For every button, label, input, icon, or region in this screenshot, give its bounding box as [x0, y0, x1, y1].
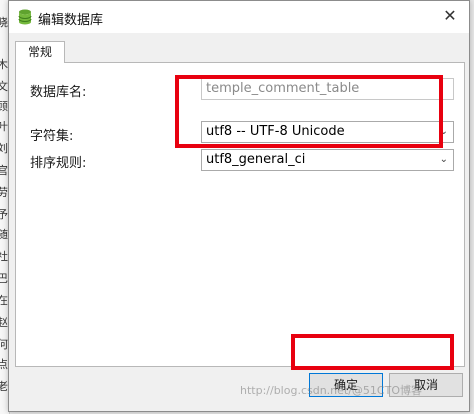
- database-icon: [18, 9, 32, 25]
- bg-char: 社: [0, 248, 8, 264]
- dialog-body: 常规 数据库名: temple_comment_table 字符集: utf8 …: [9, 33, 469, 411]
- charset-select[interactable]: utf8 -- UTF-8 Unicode ⌄: [201, 121, 454, 143]
- general-tab-panel: 数据库名: temple_comment_table 字符集: utf8 -- …: [15, 62, 465, 367]
- title-bar[interactable]: 编辑数据库 ✕: [9, 1, 469, 33]
- bg-char: 点: [0, 356, 8, 372]
- bg-char: 顾: [0, 98, 8, 114]
- bg-char: 予: [0, 206, 8, 222]
- chevron-down-icon: ⌄: [439, 126, 448, 137]
- charset-label: 字符集:: [30, 129, 74, 144]
- bg-char: 巴: [0, 270, 8, 286]
- dialog-title: 编辑数据库: [38, 13, 104, 28]
- bg-char: 在: [0, 292, 8, 308]
- collation-select[interactable]: utf8_general_ci ⌄: [201, 149, 454, 171]
- edit-database-dialog: 编辑数据库 ✕ 常规 数据库名: temple_comment_table 字符…: [8, 0, 470, 412]
- bg-char: 劳: [0, 184, 8, 200]
- bg-char: 随: [0, 226, 8, 242]
- collation-value: utf8_general_ci: [206, 152, 306, 167]
- bg-char: 赵: [0, 314, 8, 330]
- bg-char: 叶: [0, 118, 8, 134]
- chevron-down-icon: ⌄: [439, 154, 448, 165]
- db-name-field[interactable]: temple_comment_table: [201, 78, 454, 100]
- tab-general[interactable]: 常规: [15, 41, 65, 63]
- bg-char: 宫: [0, 162, 8, 178]
- close-icon: ✕: [443, 6, 457, 25]
- bg-char: 木: [0, 56, 8, 72]
- watermark-text: http://blog.csdn.net/@51CTO博客: [240, 384, 422, 397]
- bg-char: 老: [0, 378, 8, 394]
- db-name-label: 数据库名:: [30, 85, 87, 100]
- bg-char: 何: [0, 336, 8, 352]
- bg-char: 文: [0, 78, 8, 94]
- bg-char: 刘: [0, 140, 8, 156]
- charset-value: utf8 -- UTF-8 Unicode: [206, 124, 345, 139]
- collation-label: 排序规则:: [30, 156, 87, 171]
- bg-char: 晓: [0, 14, 8, 30]
- close-button[interactable]: ✕: [441, 7, 459, 25]
